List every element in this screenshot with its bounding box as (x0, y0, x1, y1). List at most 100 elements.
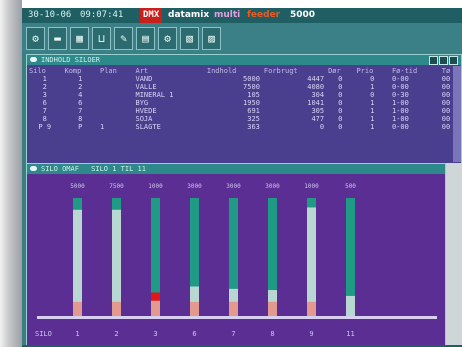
table-cell-komp: 4 (78, 91, 83, 99)
x-tick-label: 3 (153, 330, 157, 338)
column-header[interactable]: Indhold (205, 66, 262, 75)
window2-title-bar[interactable]: SILO OMAF SILO 1 TIL 11 (27, 164, 445, 174)
table-cell-art: VAND (135, 75, 153, 83)
bar-capacity-label: 1000 (304, 183, 319, 190)
close-icon[interactable] (449, 56, 458, 65)
chart-icon[interactable]: ▨ (202, 27, 221, 50)
table-cell-fotid: 1-00 (391, 107, 409, 115)
date-text: 30-10-06 (28, 10, 72, 20)
bar-capacity-label: 1000 (148, 183, 163, 190)
table-cell-komp: 7 (78, 107, 83, 115)
table-cell-forbrugt: 305 (311, 107, 325, 115)
x-tick-label: 7 (231, 330, 235, 338)
photo-frame: 30-10-06 09:07:41 DMX datamix multi feed… (0, 0, 462, 347)
silo-table: Silo Komp Plan Art Indhold Forbrugt Dør Prio Fø-… (27, 66, 461, 132)
bar-base (112, 301, 121, 316)
column-header[interactable]: Fø-tid (390, 66, 440, 75)
table-cell-indhold: 5000 (243, 75, 260, 83)
column-header[interactable]: Prio (354, 66, 390, 75)
table-cell-dor: 0 (338, 91, 343, 99)
table-cell-fotid: 0-30 (391, 91, 409, 99)
window-title: INDHOLD SILOER (41, 56, 101, 64)
table-row[interactable]: 6 6 BYG 1950 1041 0 1 1-00 00 (27, 99, 461, 107)
window2-subtitle: SILO 1 TIL 11 (91, 165, 146, 173)
table-row[interactable]: 1 1 VAND 5000 4447 0 0 0-00 00 (27, 75, 461, 83)
toolbar: ⚙ ▬ ▦ ⊔ ✎ ▤ ⚙ ▧ ▨ (22, 23, 462, 53)
table-cell-prio: 0 (370, 91, 375, 99)
window2-menu-icon[interactable] (30, 166, 37, 171)
table-cell-dor: 0 (338, 75, 343, 83)
brand-number: 5000 (290, 10, 316, 20)
table-cell-prio: 1 (370, 107, 375, 115)
x-tick-label: 8 (270, 330, 274, 338)
table-cell-art: SLAGTE (135, 123, 161, 131)
minimize-icon[interactable] (429, 56, 438, 65)
column-header[interactable]: Dør (326, 66, 354, 75)
table-cell-art: VALLE (135, 83, 157, 91)
table-cell-prio: 1 (370, 123, 375, 131)
side-panel (446, 163, 462, 345)
silo-level-chart: 5000 1 7500 2 1000 3 3000 6 3000 7 3000 8 1000 9 500 11… (35, 183, 437, 338)
truck-icon[interactable]: ▬ (48, 27, 67, 50)
table-cell-indhold: 363 (247, 123, 260, 131)
monitor-screen: 30-10-06 09:07:41 DMX datamix multi feed… (22, 8, 462, 347)
bar-base (190, 301, 199, 316)
window-title-bar[interactable]: INDHOLD SILOER (27, 55, 461, 65)
table-cell-art: SOJA (135, 115, 153, 123)
x-tick-label: 1 (75, 330, 79, 338)
feeder-icon[interactable]: ⊔ (92, 27, 111, 50)
gear-icon[interactable]: ⚙ (158, 27, 177, 50)
column-header[interactable]: Forbrugt (262, 66, 326, 75)
bar-fill (307, 207, 316, 316)
table-cell-art: HVEDE (135, 107, 157, 115)
table-row[interactable]: P 9 P 1 SLAGTE 363 0 0 1 0-00 00 (27, 123, 461, 131)
table-row[interactable]: 2 2 VALLE 7500 4080 0 1 0-00 00 (27, 83, 461, 91)
bar-capacity-label: 500 (345, 183, 356, 190)
column-header[interactable]: Komp (63, 66, 99, 75)
x-tick-label: 2 (114, 330, 118, 338)
table-row[interactable]: 8 8 SOJA 325 477 0 1 1-00 00 (27, 115, 461, 123)
report-icon[interactable]: ▧ (180, 27, 199, 50)
table-cell-plan (98, 83, 134, 91)
bar-base (229, 301, 238, 316)
grid-icon[interactable]: ▦ (70, 27, 89, 50)
table-cell-silo: 7 (42, 107, 47, 115)
table-cell-indhold: 325 (247, 115, 260, 123)
maximize-icon[interactable] (439, 56, 448, 65)
table-cell-plan (98, 99, 134, 107)
window2-title: SILO OMAF SILO 1 TIL 11 (41, 164, 146, 174)
table-cell-silo: 8 (42, 115, 47, 123)
table-row[interactable]: 7 7 HVEDE 691 305 0 1 1-00 00 (27, 107, 461, 115)
bar-alarm (151, 292, 160, 301)
column-header[interactable]: Art (134, 66, 205, 75)
table-cell-dor: 0 (338, 99, 343, 107)
x-tick-label: 9 (309, 330, 313, 338)
bar-base (268, 301, 277, 316)
table-cell-dor: 0 (338, 123, 343, 131)
window-menu-icon[interactable] (30, 57, 37, 62)
logo-badge: DMX (140, 8, 163, 23)
document-icon[interactable]: ▤ (136, 27, 155, 50)
table-cell-forbrugt: 4447 (307, 75, 325, 83)
table-cell-silo: 6 (42, 99, 47, 107)
table-cell-forbrugt: 4080 (307, 83, 325, 91)
window-buttons (428, 56, 458, 65)
silo-content-window[interactable]: INDHOLD SILOER Silo Komp Plan Art Indhold For… (26, 54, 462, 164)
top-status-bar: 30-10-06 09:07:41 DMX datamix multi feed… (22, 8, 462, 23)
table-cell-komp: 8 (78, 115, 83, 123)
bar-capacity-label: 7500 (109, 183, 124, 190)
silo-overview-window[interactable]: SILO OMAF SILO 1 TIL 11 5000 1 7500 2 1000 3 3… (26, 163, 446, 347)
bar-capacity-label: 5000 (70, 183, 85, 190)
column-header[interactable]: Silo (27, 66, 63, 75)
table-cell-forbrugt: 0 (319, 123, 325, 131)
column-header[interactable]: Plan (98, 66, 134, 75)
table-cell-komp: 1 (78, 75, 83, 83)
table-row[interactable]: 3 4 MINERAL 1 105 304 0 0 0-30 00 (27, 91, 461, 99)
tractor-icon[interactable]: ⚙ (26, 27, 45, 50)
bar-capacity-label: 3000 (187, 183, 202, 190)
vertical-scrollbar[interactable] (453, 66, 461, 162)
pen-icon[interactable]: ✎ (114, 27, 133, 50)
table-cell-indhold: 691 (247, 107, 260, 115)
time-text: 09:07:41 (80, 10, 124, 20)
table-cell-forbrugt: 1041 (307, 99, 325, 107)
